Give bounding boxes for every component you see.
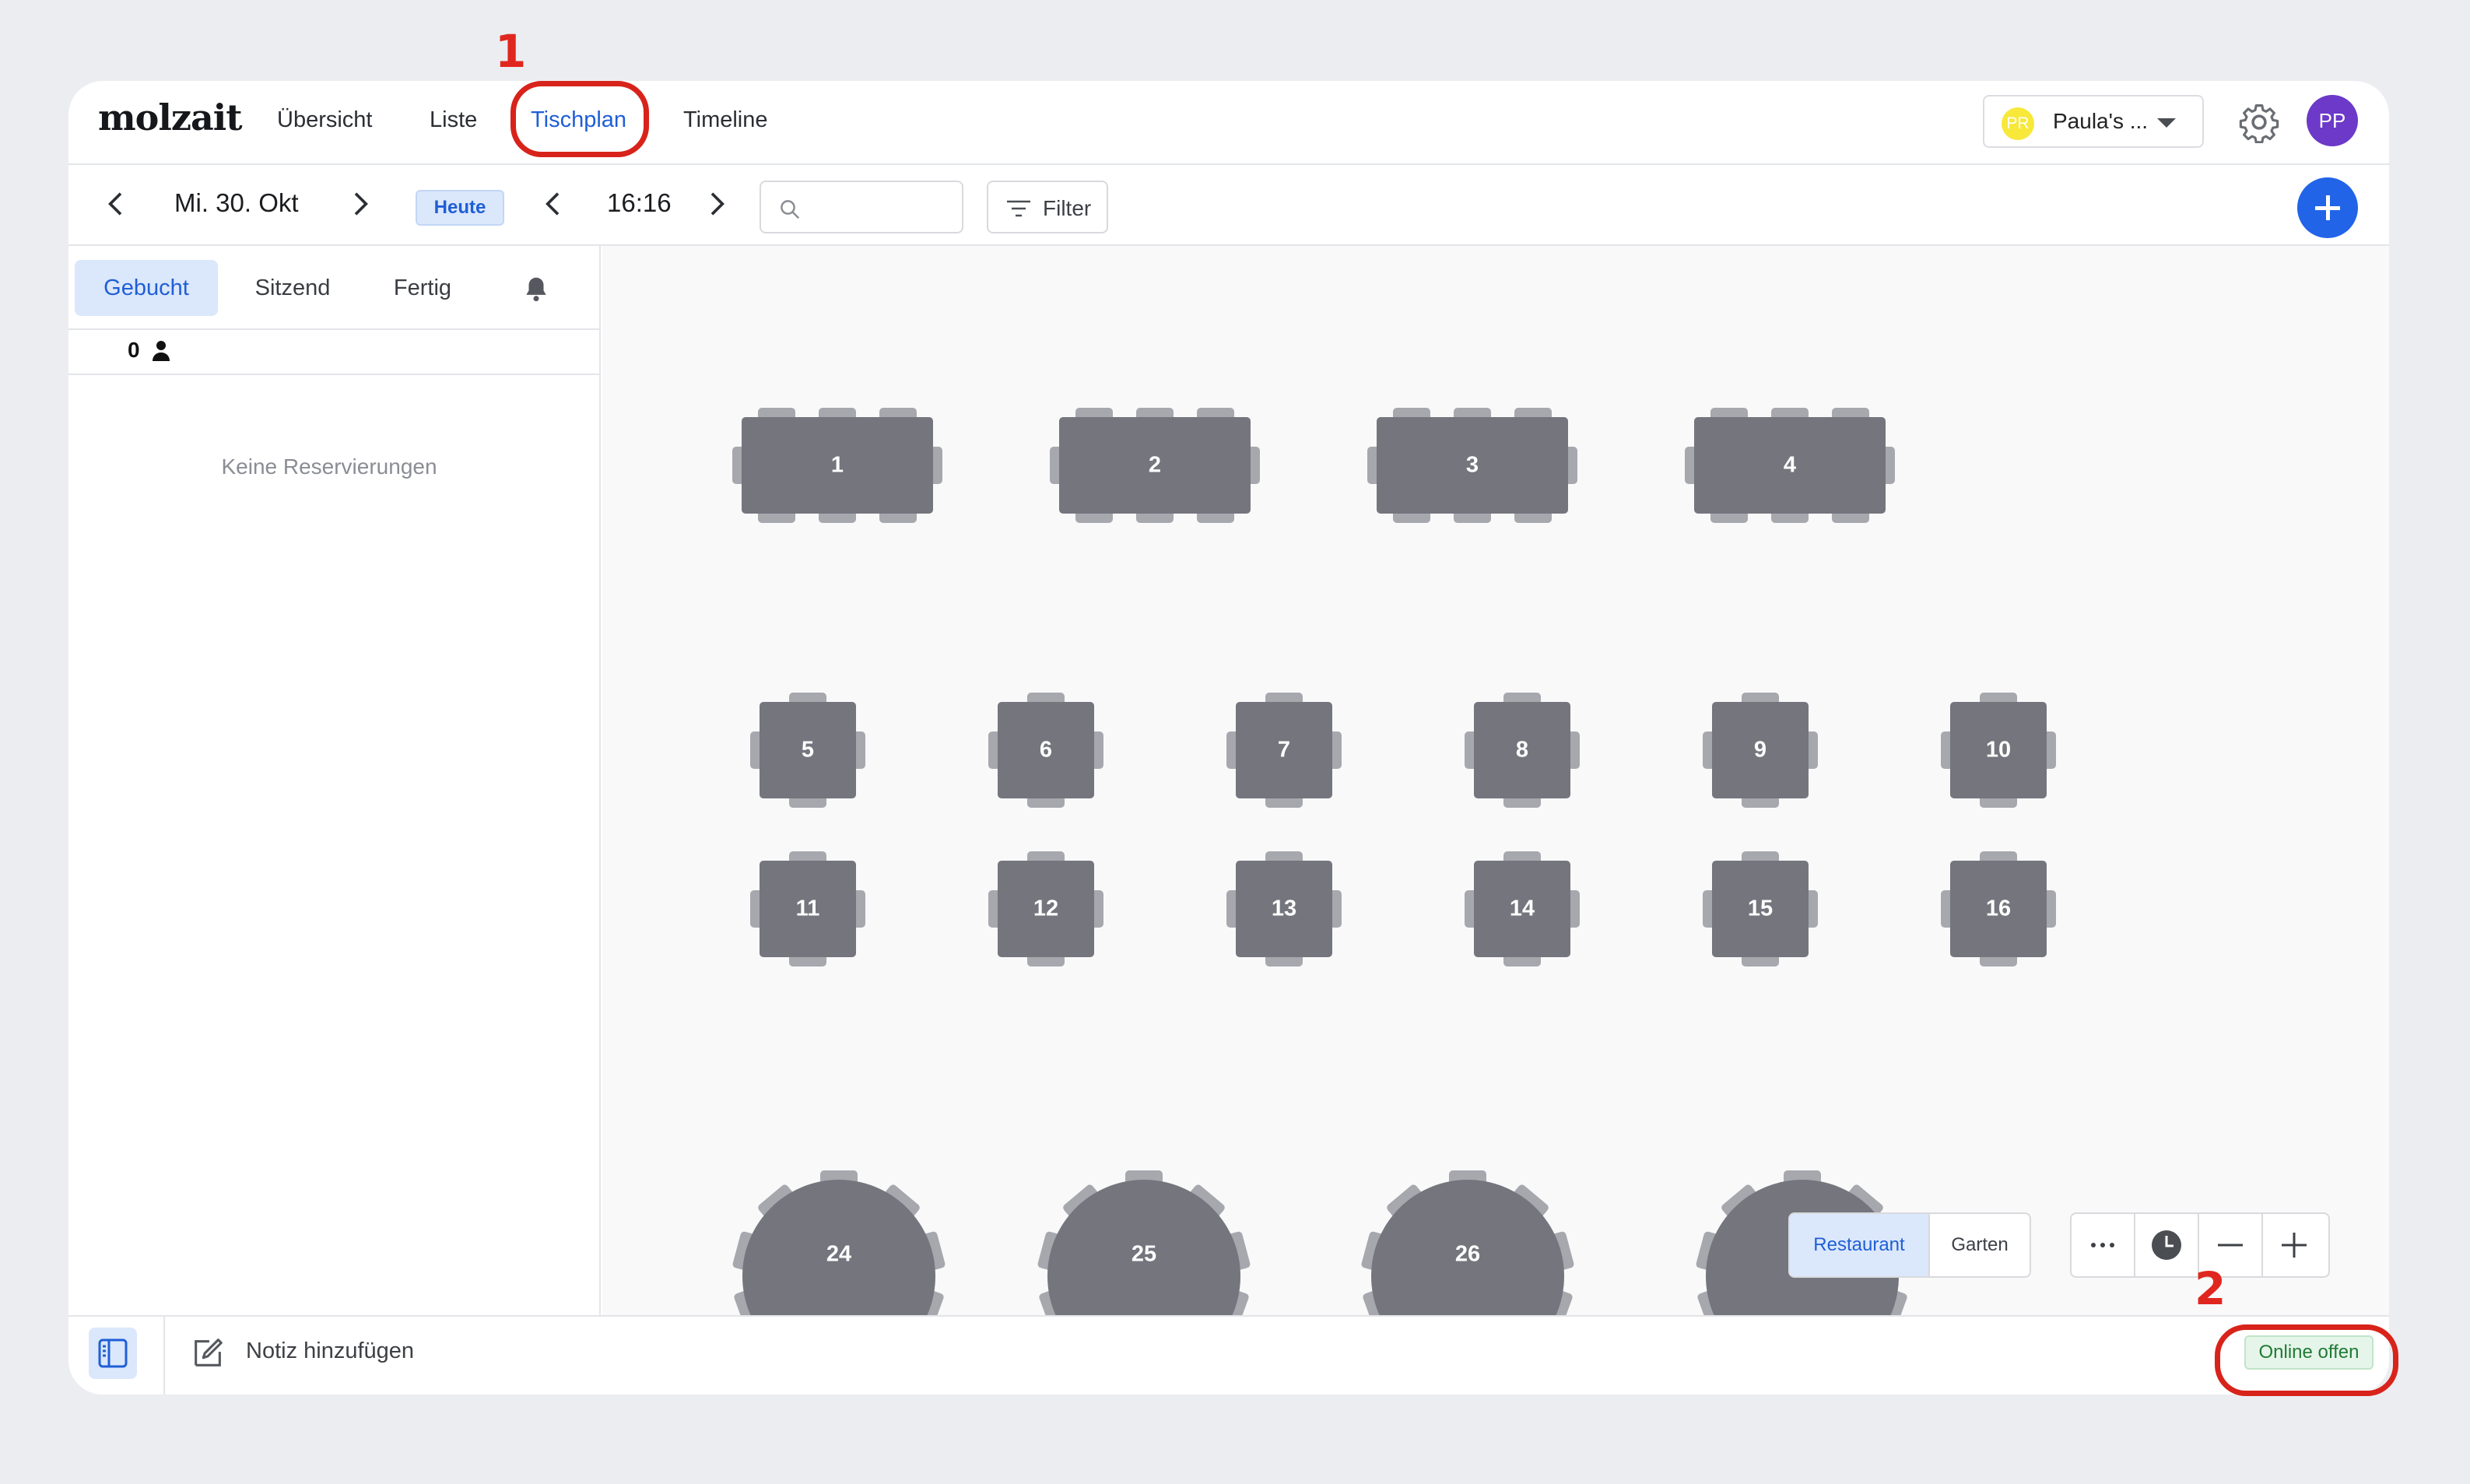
person-icon <box>153 341 170 361</box>
more-options-button[interactable] <box>2072 1214 2135 1276</box>
tab-sitzend[interactable]: Sitzend <box>221 260 364 316</box>
area-garten[interactable]: Garten <box>1928 1214 2030 1276</box>
table-label: 25 <box>1131 1241 1157 1267</box>
annotation-ring-online-status <box>2215 1324 2398 1396</box>
table-label: 5 <box>801 737 815 763</box>
sidebar-toggle-button[interactable] <box>89 1328 137 1379</box>
add-note-button[interactable]: Notiz hinzufügen <box>246 1338 414 1364</box>
table-label: 10 <box>1985 737 2012 763</box>
floor-plan-canvas[interactable]: 1 2 3 4 5 6 7 8 9 10 11 12 13 14 15 16 24 25 26 Restaurant… <box>602 246 2389 1315</box>
pencil-icon[interactable] <box>190 1335 226 1371</box>
gear-icon[interactable] <box>2238 101 2280 143</box>
account-name: Paula's ... <box>2053 109 2149 133</box>
table-label: 3 <box>1465 452 1479 478</box>
table-label: 12 <box>1033 896 1059 921</box>
floor-tables <box>732 408 2056 1315</box>
table-label: 9 <box>1753 737 1767 763</box>
area-toggle: Restaurant Garten <box>1788 1212 2031 1278</box>
table-label: 4 <box>1783 452 1797 478</box>
guest-count-row: 0 <box>68 328 599 375</box>
table-label: 15 <box>1747 896 1774 921</box>
chevron-down-icon <box>2157 118 2176 128</box>
clock-icon <box>2152 1230 2181 1260</box>
annotation-number-1: 1 <box>495 25 527 78</box>
table-label: 24 <box>826 1241 852 1267</box>
table-label: 7 <box>1277 737 1291 763</box>
table-label: 1 <box>830 452 844 478</box>
empty-state-message: Keine Reservierungen <box>221 454 437 479</box>
chevron-right-icon[interactable] <box>700 188 732 219</box>
tab-fertig[interactable]: Fertig <box>364 260 481 316</box>
sidebar-panel-icon <box>98 1338 128 1368</box>
table-label: 26 <box>1454 1241 1481 1267</box>
tab-gebucht[interactable]: Gebucht <box>75 260 218 316</box>
today-button[interactable]: Heute <box>416 190 504 226</box>
reservation-sidebar: Gebucht Sitzend Fertig 0 Keine Reservier… <box>68 246 601 1315</box>
area-restaurant[interactable]: Restaurant <box>1790 1214 1928 1276</box>
current-date: Mi. 30. Okt <box>174 188 299 217</box>
user-avatar[interactable]: PP <box>2307 95 2358 146</box>
zoom-in-button[interactable] <box>2263 1214 2327 1276</box>
table-label: 11 <box>795 896 820 921</box>
table-label: 14 <box>1509 896 1535 921</box>
nav-tab-timeline[interactable]: Timeline <box>683 107 768 133</box>
time-button[interactable] <box>2135 1214 2199 1276</box>
guest-count: 0 <box>128 338 140 362</box>
plus-icon <box>2282 1233 2307 1258</box>
annotation-number-2: 2 <box>2195 1262 2226 1315</box>
nav-tab-liste[interactable]: Liste <box>430 107 477 133</box>
current-time: 16:16 <box>607 188 672 217</box>
date-toolbar: Mi. 30. Okt Heute 16:16 Filter <box>68 165 2389 246</box>
table-label: 13 <box>1271 896 1297 921</box>
more-dots-icon <box>2091 1243 2114 1247</box>
top-navigation: molzait Übersicht Liste Tischplan Timeli… <box>68 81 2389 165</box>
app-window: molzait Übersicht Liste Tischplan Timeli… <box>68 81 2389 1395</box>
divider <box>163 1317 165 1395</box>
search-icon <box>781 200 800 219</box>
bell-icon[interactable] <box>521 274 551 303</box>
add-reservation-button[interactable] <box>2297 177 2358 238</box>
search-input[interactable] <box>760 181 963 233</box>
chevron-left-icon[interactable] <box>539 188 570 219</box>
table-label: 16 <box>1985 896 2012 921</box>
annotation-ring-tischplan <box>510 81 649 157</box>
chevron-left-icon[interactable] <box>101 188 132 219</box>
account-selector[interactable]: PR Paula's ... <box>1983 95 2204 148</box>
account-avatar: PR <box>2002 107 2034 140</box>
chevron-right-icon[interactable] <box>344 188 375 219</box>
table-label: 6 <box>1039 737 1053 763</box>
nav-tab-uebersicht[interactable]: Übersicht <box>277 107 373 133</box>
table-label: 2 <box>1148 452 1162 478</box>
filter-icon <box>1007 200 1030 217</box>
bottom-bar: Notiz hinzufügen Online offen <box>68 1315 2389 1395</box>
filter-button[interactable]: Filter <box>987 181 1108 233</box>
table-label: 8 <box>1515 737 1529 763</box>
app-logo: molzait <box>98 96 242 139</box>
filter-label: Filter <box>1043 196 1092 220</box>
